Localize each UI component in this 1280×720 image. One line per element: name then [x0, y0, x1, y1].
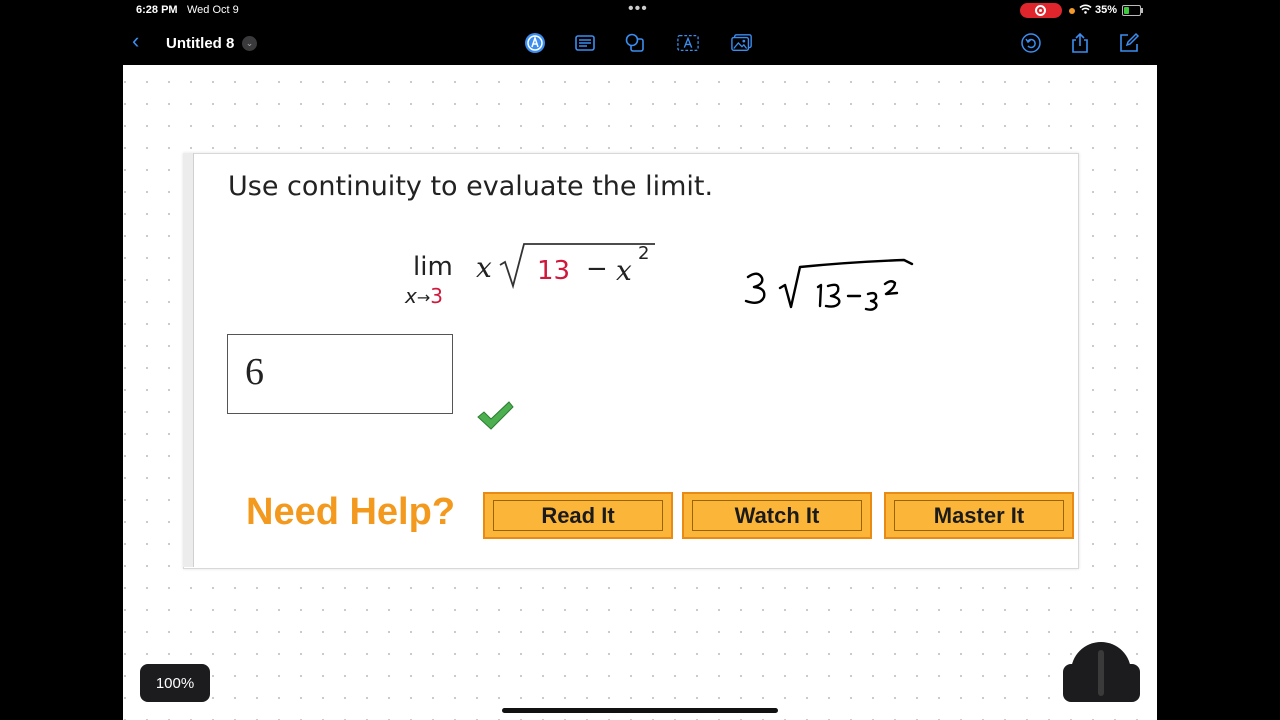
- shapes-icon[interactable]: [624, 32, 646, 54]
- image-insert-icon[interactable]: [731, 32, 753, 54]
- correct-check-icon: [477, 401, 514, 430]
- status-time: 6:28 PM: [136, 4, 178, 16]
- question-prompt: Use continuity to evaluate the limit.: [228, 171, 714, 202]
- battery-icon: [1122, 5, 1143, 16]
- limit-factor: x: [476, 251, 492, 284]
- radicand-number: 13: [537, 256, 571, 286]
- home-indicator[interactable]: [502, 708, 778, 713]
- status-bar: 6:28 PM Wed Oct 9 ••• 35%: [0, 0, 1280, 22]
- handwritten-substitution: [744, 258, 914, 311]
- pen-tool-icon[interactable]: [524, 32, 546, 54]
- read-it-label: Read It: [493, 500, 663, 531]
- limit-target: 3: [430, 284, 443, 308]
- master-it-button[interactable]: Master It: [884, 492, 1074, 539]
- limit-operator: lim: [413, 252, 453, 282]
- limit-variable: x: [405, 284, 417, 308]
- radicand-variable: x: [616, 254, 632, 287]
- battery-fill: [1124, 7, 1129, 14]
- text-box-icon[interactable]: [677, 32, 699, 54]
- battery-percent: 35%: [1095, 4, 1118, 16]
- text-note-icon[interactable]: [574, 32, 596, 54]
- need-help-label: Need Help?: [246, 491, 456, 533]
- radicand-minus: −: [586, 254, 608, 284]
- undo-icon[interactable]: [1020, 32, 1042, 54]
- document-title[interactable]: Untitled 8: [166, 35, 234, 52]
- multitasking-dots-icon[interactable]: •••: [628, 0, 648, 18]
- wifi-icon: [1079, 4, 1092, 17]
- zoom-level-button[interactable]: 100%: [140, 664, 210, 702]
- compose-icon[interactable]: [1118, 32, 1140, 54]
- radicand-exponent: 2: [638, 243, 650, 264]
- limit-arrow: →: [416, 288, 431, 307]
- square-root-sign: [499, 243, 655, 290]
- question-card-edge: [183, 153, 194, 567]
- chevron-down-icon[interactable]: ⌄: [242, 36, 257, 51]
- limit-subscript: x→3: [405, 284, 443, 308]
- pencil-icon: [1098, 650, 1104, 696]
- microphone-indicator-icon: [1069, 8, 1075, 14]
- status-date: Wed Oct 9: [187, 4, 239, 16]
- read-it-button[interactable]: Read It: [483, 492, 673, 539]
- share-icon[interactable]: [1069, 32, 1091, 54]
- screen-recording-icon[interactable]: [1020, 3, 1062, 18]
- watch-it-button[interactable]: Watch It: [682, 492, 872, 539]
- master-it-label: Master It: [894, 500, 1064, 531]
- answer-value: 6: [245, 351, 264, 393]
- watch-it-label: Watch It: [692, 500, 862, 531]
- back-chevron-icon[interactable]: ‹: [132, 30, 139, 52]
